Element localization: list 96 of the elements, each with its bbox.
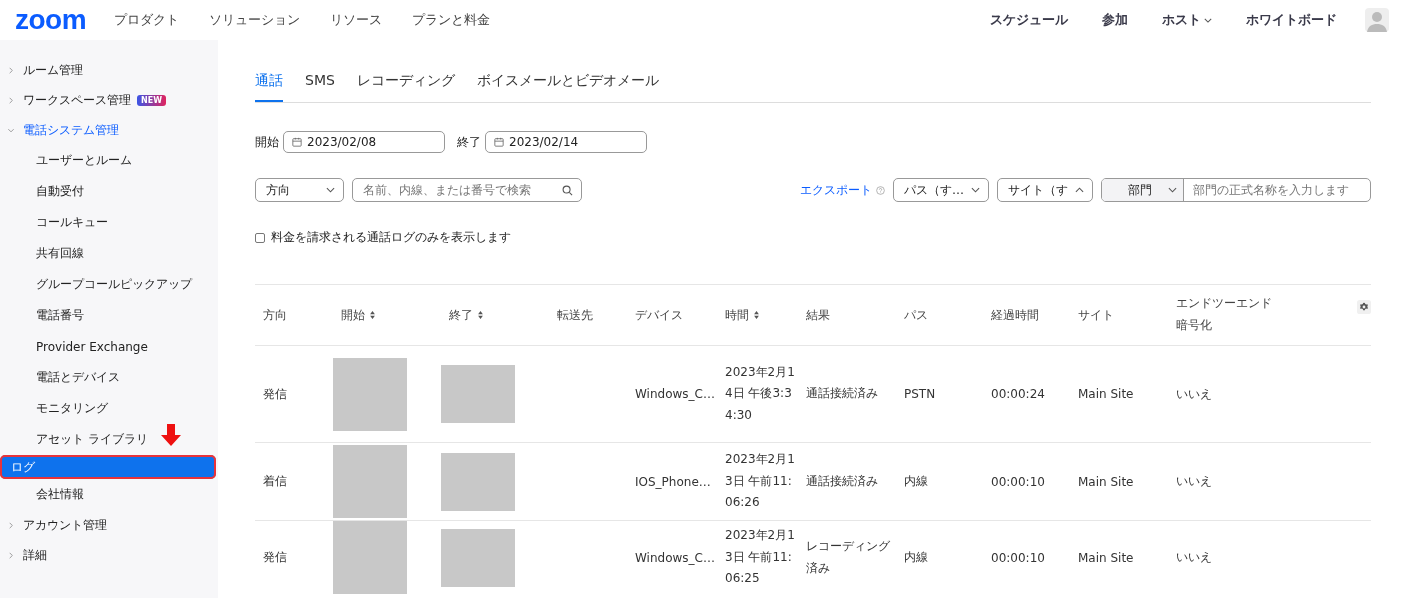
search-field[interactable]: 名前、内線、または番号で検索 (352, 178, 582, 202)
sidebar-item[interactable]: 共有回線 (0, 238, 218, 269)
table-cell-text: IOS_Phone… (634, 473, 712, 491)
chevron-icon (9, 551, 13, 559)
tab[interactable]: SMS (305, 72, 335, 102)
table-cell-text: 通話接続済み (806, 472, 879, 490)
table-cell-text: 2023年2月13日 午前11:06:26 (725, 451, 796, 512)
sidebar-item[interactable]: ルーム管理 (0, 55, 218, 85)
nav-link[interactable]: ホスト (1162, 11, 1212, 29)
end-date-field[interactable]: 2023/02/14 (485, 131, 647, 153)
sidebar-item[interactable]: ユーザーとルーム (0, 145, 218, 176)
sidebar-item[interactable]: ワークスペース管理 NEW (0, 85, 218, 115)
sidebar-item[interactable]: 会社情報 (0, 479, 218, 510)
department-select[interactable]: 部門 (1102, 179, 1184, 201)
chevron-icon (7, 128, 15, 132)
table-cell-text: 発信 (262, 385, 288, 403)
sidebar-item[interactable]: コールキュー (0, 207, 218, 238)
table-cell-text: いいえ (1175, 385, 1213, 403)
column-header: 時間 (717, 285, 798, 345)
table-cell-text: 00:00:10 (990, 473, 1046, 491)
tab[interactable]: レコーディング (356, 72, 455, 102)
nav-link[interactable]: リソース (330, 11, 383, 29)
sidebar-item[interactable]: 電話システム管理 (0, 115, 218, 145)
nav-link[interactable]: ソリューション (209, 11, 301, 29)
tab[interactable]: ボイスメールとビデオメール (476, 72, 659, 102)
nav-link[interactable]: プロダクト (114, 11, 180, 29)
direction-select[interactable]: 方向 (255, 178, 344, 202)
checkbox[interactable] (255, 232, 265, 243)
table-cell-text: 通話接続済み (806, 385, 879, 403)
new-badge: NEW (137, 94, 166, 106)
sidebar-item[interactable]: 電話とデバイス (0, 362, 218, 393)
sidebar-item[interactable]: グループコールピックアップ (0, 269, 218, 300)
sort-icon (478, 311, 483, 319)
start-date-field[interactable]: 2023/02/08 (283, 131, 445, 153)
table-cell-text: 00:00:24 (990, 386, 1046, 403)
table-cell-text: Main Site (1077, 386, 1135, 403)
settings-icon[interactable] (1357, 300, 1371, 314)
table-cell-text: Windows_C… (634, 549, 716, 567)
arrow-down-icon (161, 424, 181, 446)
column-header: デバイス (634, 306, 684, 324)
start-label: 開始 (255, 133, 279, 151)
table-cell-text: 00:00:10 (990, 549, 1046, 567)
chevron-icon (9, 96, 13, 104)
calendar-icon (494, 137, 504, 147)
path-select[interactable]: パス（す… (893, 178, 989, 202)
column-header: 経過時間 (990, 306, 1040, 324)
sidebar-item[interactable]: 電話番号 (0, 300, 218, 331)
search-icon (562, 184, 573, 196)
table-cell-text: 2023年2月14日 午後3:34:30 (725, 363, 796, 424)
end-label: 終了 (457, 133, 481, 151)
sort-icon (754, 311, 759, 319)
department-filter-field[interactable]: 部門 部門の正式名称を入力します (1101, 178, 1371, 202)
calendar-icon (292, 137, 302, 147)
column-header: 終了 (441, 285, 549, 345)
nav-link[interactable]: スケジュール (990, 11, 1068, 29)
chevron-icon (9, 521, 13, 529)
chevron-down-icon (326, 187, 335, 193)
column-header: エンドツーエンド暗号化 (1175, 295, 1273, 334)
table-cell-text: 内線 (903, 549, 929, 566)
table-cell-text: レコーディング済み (806, 537, 891, 577)
sidebar-item[interactable]: Provider Exchange (0, 331, 218, 362)
table-cell-text: 内線 (903, 473, 929, 490)
sidebar-item[interactable]: アセット ライブラリ (0, 424, 218, 455)
table-cell-text: 2023年2月13日 午前11:06:25 (725, 527, 796, 588)
table-cell-text: Main Site (1077, 549, 1135, 567)
table-cell-text: いいえ (1175, 549, 1213, 566)
chevron-down-icon (971, 187, 980, 193)
table-cell-text: Main Site (1077, 473, 1135, 491)
column-header: 結果 (805, 306, 831, 324)
chevron-up-icon (1075, 187, 1084, 193)
sidebar-item[interactable]: モニタリング (0, 393, 218, 424)
sort-icon (370, 311, 375, 319)
column-header: パス (903, 306, 929, 324)
nav-link[interactable]: プランと料金 (412, 11, 491, 29)
chevron-down-icon[interactable] (1204, 17, 1212, 23)
nav-link[interactable]: ホワイトボード (1246, 11, 1337, 29)
column-header: 転送先 (556, 306, 594, 324)
sidebar-item[interactable]: アカウント管理 (0, 510, 218, 540)
zoom-logo[interactable]: zoom (15, 6, 87, 34)
sidebar-item[interactable]: 詳細 (0, 540, 218, 570)
checkbox-label: 料金を請求される通話ログのみを表示します (271, 229, 511, 246)
tab[interactable]: 通話 (255, 72, 283, 102)
column-header: サイト (1077, 306, 1115, 324)
table-cell-text: 着信 (262, 473, 288, 490)
chevron-icon (9, 66, 13, 74)
table-cell-text: PSTN (903, 386, 937, 403)
site-select[interactable]: サイト（す (997, 178, 1093, 202)
column-header: 方向 (262, 306, 288, 324)
column-header: 開始 (333, 285, 441, 345)
nav-link[interactable]: 参加 (1102, 11, 1128, 29)
table-cell-text: いいえ (1175, 473, 1213, 490)
sidebar-item[interactable]: 自動受付 (0, 176, 218, 207)
table-cell-text: 発信 (262, 549, 288, 566)
chevron-down-icon (1168, 187, 1177, 193)
table-cell-text: Windows_C… (634, 386, 716, 403)
export-link[interactable]: エクスポート (800, 181, 872, 199)
